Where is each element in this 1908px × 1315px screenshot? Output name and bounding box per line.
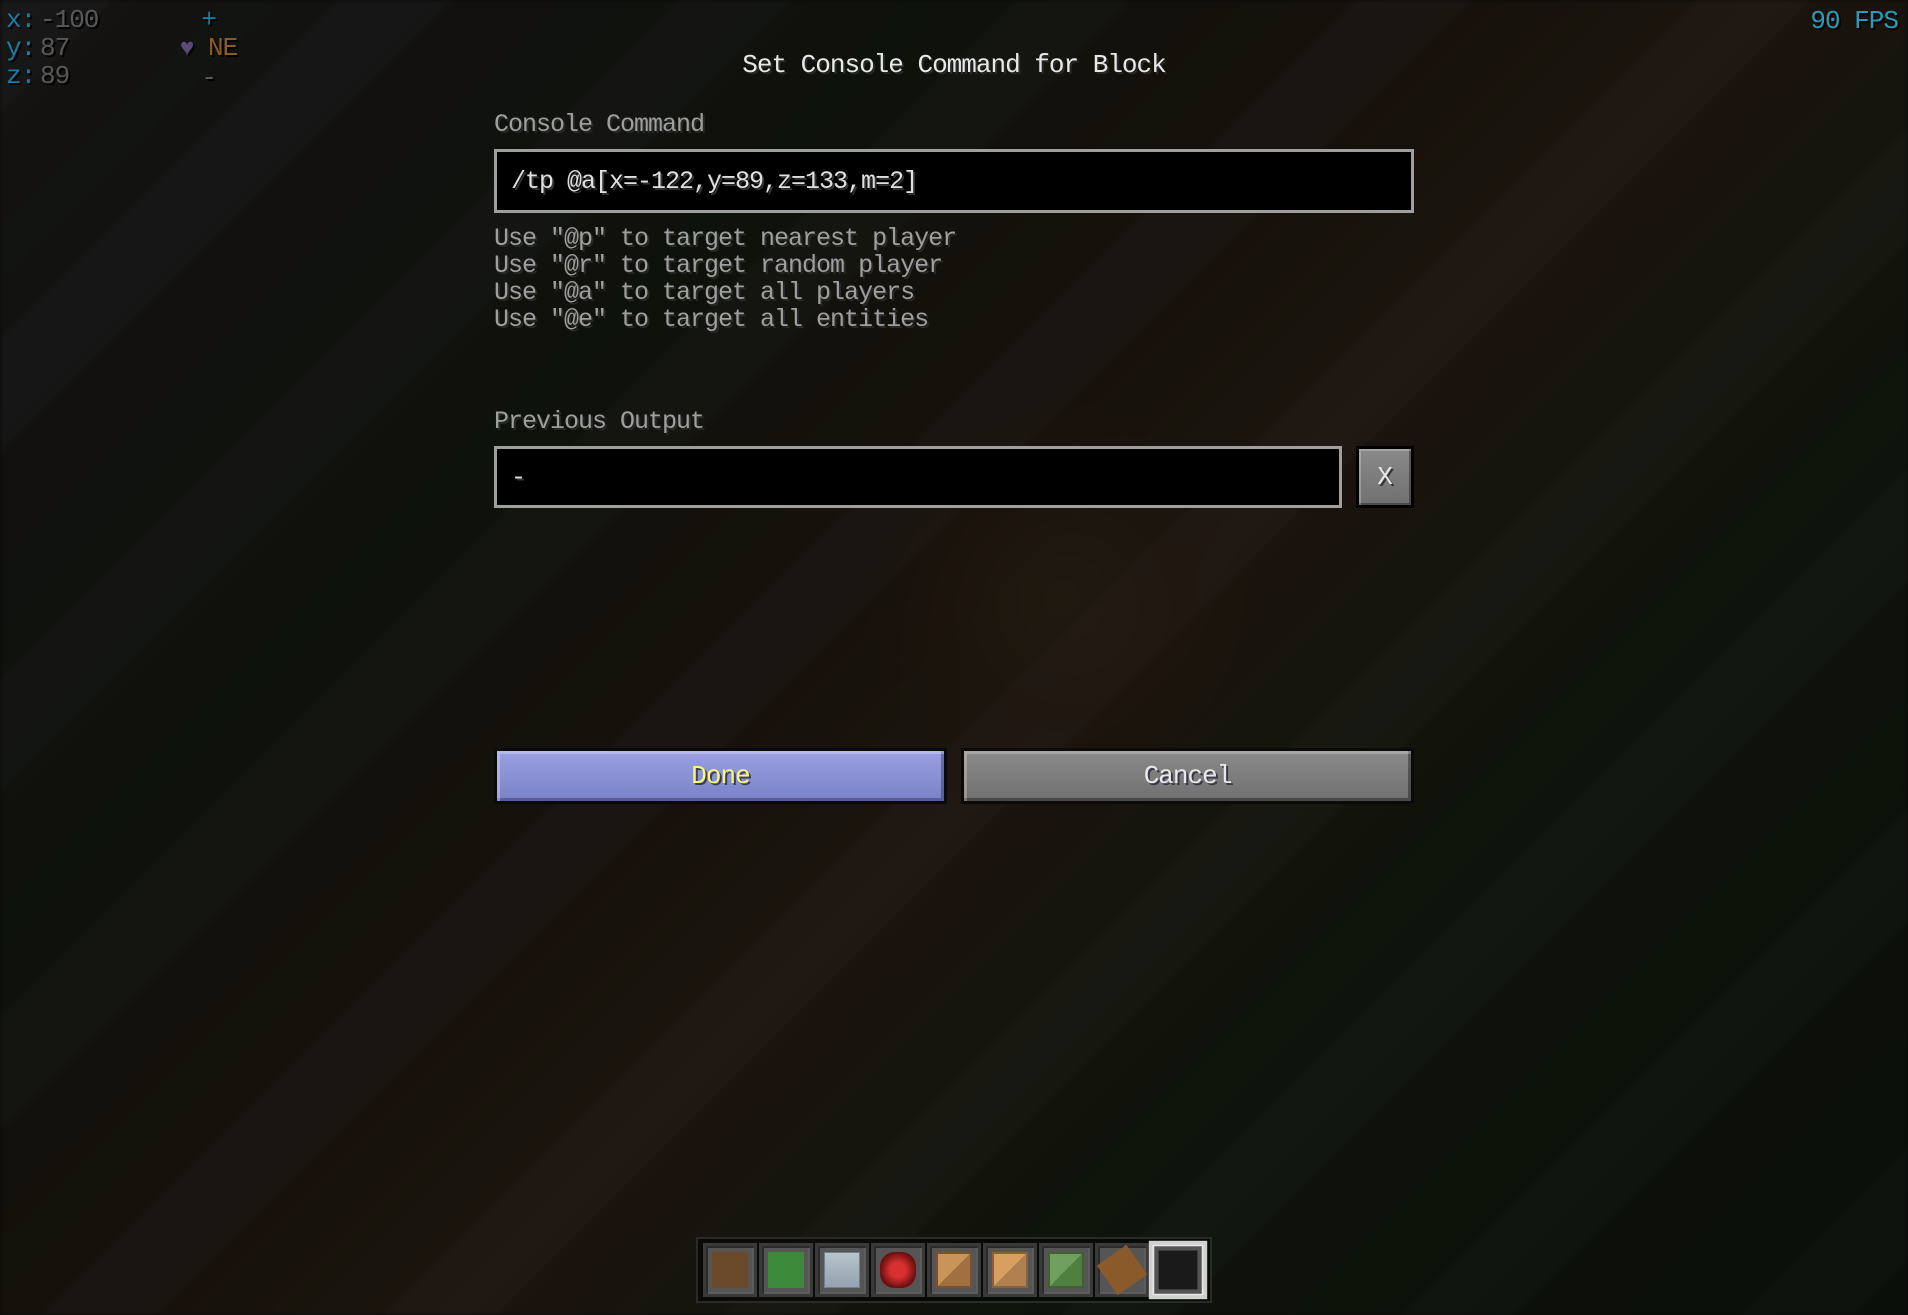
hud-fps: 90 FPS — [1810, 6, 1898, 36]
track-output-toggle-button[interactable]: X — [1356, 446, 1414, 508]
hint-line: Use "@e" to target all entities — [494, 306, 1414, 333]
redstone-icon — [880, 1252, 916, 1288]
command-input[interactable] — [494, 149, 1414, 213]
glass-icon — [824, 1252, 860, 1288]
target-selector-hints: Use "@p" to target nearest player Use "@… — [494, 225, 1414, 333]
hotbar-slot-3[interactable] — [815, 1243, 869, 1297]
hud-compass: + ♥ NE - — [180, 6, 237, 92]
hint-line: Use "@r" to target random player — [494, 252, 1414, 279]
coord-z-label: z: — [6, 62, 40, 90]
hud-minus-icon: - — [180, 64, 237, 92]
hint-line: Use "@a" to target all players — [494, 279, 1414, 306]
gui-title: Set Console Command for Block — [494, 50, 1414, 80]
command-block-gui: Set Console Command for Block Console Co… — [494, 50, 1414, 804]
hotbar-slot-9[interactable] — [1149, 1241, 1207, 1299]
done-button[interactable]: Done — [494, 748, 947, 804]
heart-icon: ♥ — [180, 36, 193, 63]
hotbar-slot-1[interactable] — [703, 1243, 757, 1297]
command-label: Console Command — [494, 110, 1414, 139]
hotbar-slot-2[interactable] — [759, 1243, 813, 1297]
command-block-icon — [936, 1252, 972, 1288]
hotbar[interactable] — [696, 1237, 1212, 1303]
coord-z-value: 89 — [40, 61, 69, 91]
hotbar-slot-7[interactable] — [1039, 1243, 1093, 1297]
hotbar-slot-4[interactable] — [871, 1243, 925, 1297]
coord-y-label: y: — [6, 34, 40, 62]
coord-x-label: x: — [6, 6, 40, 34]
brown-wool-icon — [712, 1252, 748, 1288]
green-wool-icon — [768, 1252, 804, 1288]
hud-coordinates: x:-100 y:87 z:89 — [6, 6, 98, 90]
item-icon — [1159, 1251, 1198, 1290]
hud-plus-icon: + — [180, 6, 237, 34]
stick-icon — [1097, 1245, 1147, 1295]
previous-output-field[interactable] — [494, 446, 1342, 508]
coord-x-value: -100 — [40, 5, 98, 35]
command-block-icon — [992, 1252, 1028, 1288]
hotbar-slot-6[interactable] — [983, 1243, 1037, 1297]
hud-direction: NE — [208, 33, 237, 63]
hotbar-slot-8[interactable] — [1095, 1243, 1149, 1297]
cancel-button[interactable]: Cancel — [961, 748, 1414, 804]
command-block-icon — [1048, 1252, 1084, 1288]
coord-y-value: 87 — [40, 33, 69, 63]
hotbar-slot-5[interactable] — [927, 1243, 981, 1297]
hint-line: Use "@p" to target nearest player — [494, 225, 1414, 252]
previous-output-label: Previous Output — [494, 407, 1414, 436]
